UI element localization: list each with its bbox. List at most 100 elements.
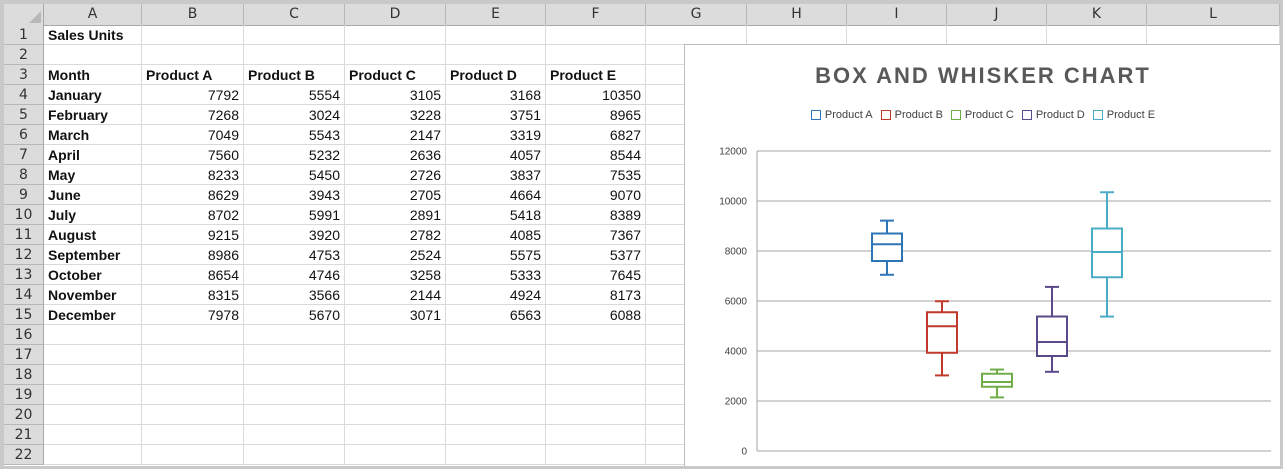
cell-b13[interactable]: 8654 — [142, 265, 244, 285]
cell-f6[interactable]: 6827 — [546, 125, 646, 145]
cell-f1[interactable] — [546, 25, 646, 45]
cell-g1[interactable] — [646, 25, 747, 45]
cell-a21[interactable] — [44, 425, 142, 445]
cell-c14[interactable]: 3566 — [244, 285, 345, 305]
cell-b10[interactable]: 8702 — [142, 205, 244, 225]
cell-d12[interactable]: 2524 — [345, 245, 446, 265]
cell-d19[interactable] — [345, 385, 446, 405]
column-header-e[interactable]: E — [446, 4, 546, 25]
cell-c21[interactable] — [244, 425, 345, 445]
cell-c16[interactable] — [244, 325, 345, 345]
cell-d6[interactable]: 2147 — [345, 125, 446, 145]
cell-d16[interactable] — [345, 325, 446, 345]
cell-c15[interactable]: 5670 — [244, 305, 345, 325]
cell-h1[interactable] — [747, 25, 847, 45]
cell-f4[interactable]: 10350 — [546, 85, 646, 105]
cell-d7[interactable]: 2636 — [345, 145, 446, 165]
cell-c7[interactable]: 5232 — [244, 145, 345, 165]
cell-e6[interactable]: 3319 — [446, 125, 546, 145]
cell-c13[interactable]: 4746 — [244, 265, 345, 285]
row-header-10[interactable]: 10 — [4, 205, 44, 225]
cell-a4[interactable]: January — [44, 85, 142, 105]
row-header-9[interactable]: 9 — [4, 185, 44, 205]
row-header-5[interactable]: 5 — [4, 105, 44, 125]
column-header-f[interactable]: F — [546, 4, 646, 25]
cell-a9[interactable]: June — [44, 185, 142, 205]
cell-a15[interactable]: December — [44, 305, 142, 325]
row-header-20[interactable]: 20 — [4, 405, 44, 425]
cell-d2[interactable] — [345, 45, 446, 65]
cell-b6[interactable]: 7049 — [142, 125, 244, 145]
row-header-2[interactable]: 2 — [4, 45, 44, 65]
cell-e13[interactable]: 5333 — [446, 265, 546, 285]
row-header-11[interactable]: 11 — [4, 225, 44, 245]
cell-a2[interactable] — [44, 45, 142, 65]
cell-f5[interactable]: 8965 — [546, 105, 646, 125]
cell-b22[interactable] — [142, 445, 244, 465]
cell-f8[interactable]: 7535 — [546, 165, 646, 185]
cell-a19[interactable] — [44, 385, 142, 405]
cell-e2[interactable] — [446, 45, 546, 65]
cell-d9[interactable]: 2705 — [345, 185, 446, 205]
cell-f15[interactable]: 6088 — [546, 305, 646, 325]
row-header-13[interactable]: 13 — [4, 265, 44, 285]
cell-b5[interactable]: 7268 — [142, 105, 244, 125]
cell-e1[interactable] — [446, 25, 546, 45]
cell-c3[interactable]: Product B — [244, 65, 345, 85]
cell-f20[interactable] — [546, 405, 646, 425]
cell-b8[interactable]: 8233 — [142, 165, 244, 185]
cell-d15[interactable]: 3071 — [345, 305, 446, 325]
cell-f11[interactable]: 7367 — [546, 225, 646, 245]
cell-c10[interactable]: 5991 — [244, 205, 345, 225]
cell-e3[interactable]: Product D — [446, 65, 546, 85]
cell-d3[interactable]: Product C — [345, 65, 446, 85]
spreadsheet[interactable]: ABCDEFGHIJKL 1 2 3 4 5 6 7 8 9 10 11 12 13 14 15 16 17 18… — [4, 4, 1280, 466]
row-header-16[interactable]: 16 — [4, 325, 44, 345]
row-header-18[interactable]: 18 — [4, 365, 44, 385]
cell-a16[interactable] — [44, 325, 142, 345]
cell-c2[interactable] — [244, 45, 345, 65]
cell-d22[interactable] — [345, 445, 446, 465]
row-header-6[interactable]: 6 — [4, 125, 44, 145]
cell-f17[interactable] — [546, 345, 646, 365]
column-header-i[interactable]: I — [847, 4, 947, 25]
column-header-b[interactable]: B — [142, 4, 244, 25]
cell-c22[interactable] — [244, 445, 345, 465]
cell-c8[interactable]: 5450 — [244, 165, 345, 185]
cell-c4[interactable]: 5554 — [244, 85, 345, 105]
row-header-12[interactable]: 12 — [4, 245, 44, 265]
cell-a8[interactable]: May — [44, 165, 142, 185]
cell-e14[interactable]: 4924 — [446, 285, 546, 305]
cell-b20[interactable] — [142, 405, 244, 425]
cell-e18[interactable] — [446, 365, 546, 385]
cell-j1[interactable] — [947, 25, 1047, 45]
cell-f16[interactable] — [546, 325, 646, 345]
row-header-7[interactable]: 7 — [4, 145, 44, 165]
cell-e19[interactable] — [446, 385, 546, 405]
cell-b14[interactable]: 8315 — [142, 285, 244, 305]
row-header-14[interactable]: 14 — [4, 285, 44, 305]
cell-d11[interactable]: 2782 — [345, 225, 446, 245]
cell-b18[interactable] — [142, 365, 244, 385]
cell-a1[interactable]: Sales Units — [44, 25, 142, 45]
cell-f9[interactable]: 9070 — [546, 185, 646, 205]
cell-a14[interactable]: November — [44, 285, 142, 305]
cell-i1[interactable] — [847, 25, 947, 45]
cell-f10[interactable]: 8389 — [546, 205, 646, 225]
cell-c11[interactable]: 3920 — [244, 225, 345, 245]
column-header-g[interactable]: G — [646, 4, 747, 25]
cell-b11[interactable]: 9215 — [142, 225, 244, 245]
cell-d4[interactable]: 3105 — [345, 85, 446, 105]
column-header-k[interactable]: K — [1047, 4, 1147, 25]
cell-d14[interactable]: 2144 — [345, 285, 446, 305]
column-header-l[interactable]: L — [1147, 4, 1280, 25]
cell-d5[interactable]: 3228 — [345, 105, 446, 125]
row-header-22[interactable]: 22 — [4, 445, 44, 465]
cell-e9[interactable]: 4664 — [446, 185, 546, 205]
cell-b19[interactable] — [142, 385, 244, 405]
cell-f19[interactable] — [546, 385, 646, 405]
row-header-8[interactable]: 8 — [4, 165, 44, 185]
cell-e20[interactable] — [446, 405, 546, 425]
cell-d10[interactable]: 2891 — [345, 205, 446, 225]
cell-e5[interactable]: 3751 — [446, 105, 546, 125]
